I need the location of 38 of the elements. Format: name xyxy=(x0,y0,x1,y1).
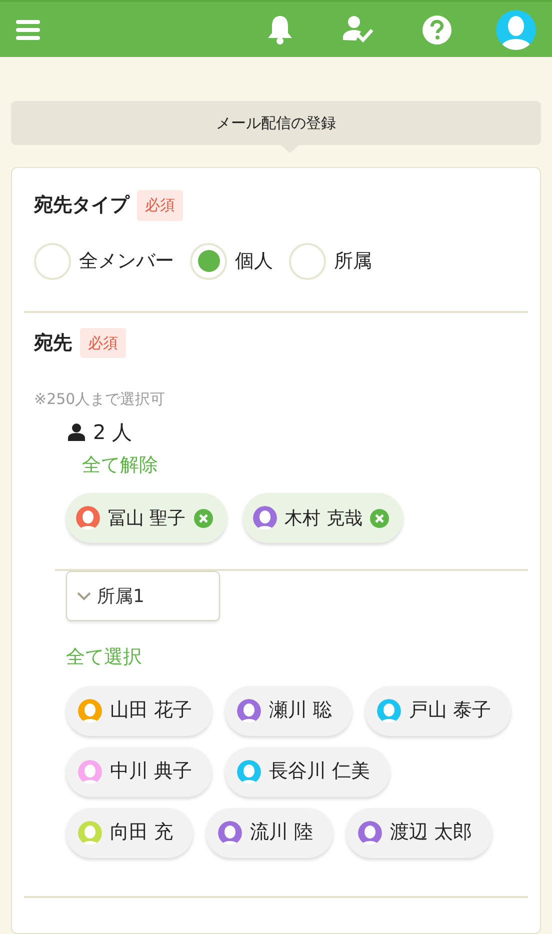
member-chip[interactable]: 戸山 泰子 xyxy=(365,686,512,736)
required-badge: 必須 xyxy=(80,328,126,358)
page-title: メール配信の登録 xyxy=(216,112,336,134)
person-icon xyxy=(68,422,85,440)
radio-option[interactable]: 個人 xyxy=(190,242,273,280)
member-chip[interactable]: 渡辺 太郎 xyxy=(346,808,492,858)
user-check-button[interactable] xyxy=(342,14,374,44)
bell-button[interactable] xyxy=(266,14,294,44)
bell-icon xyxy=(266,14,294,44)
recipient-name: 木村 克哉 xyxy=(284,506,362,530)
member-chip[interactable]: 中川 典子 xyxy=(66,746,212,796)
radio-button[interactable] xyxy=(190,242,227,280)
chevron-down-icon xyxy=(77,592,91,600)
section-heading: 宛先タイプ xyxy=(34,193,129,218)
radio-option[interactable]: 全メンバー xyxy=(34,242,174,280)
member-chip[interactable]: 向田 充 xyxy=(66,808,194,858)
user-avatar-icon xyxy=(496,10,536,50)
radio-option[interactable]: 所属 xyxy=(289,242,372,280)
member-chip[interactable]: 長谷川 仁美 xyxy=(225,746,390,796)
selection-limit-note: ※250人まで選択可 xyxy=(33,389,166,410)
menu-icon xyxy=(16,20,40,40)
member-chip[interactable]: 山田 花子 xyxy=(66,686,212,736)
radio-button[interactable] xyxy=(289,242,326,280)
remove-icon[interactable] xyxy=(370,508,390,528)
profile-button[interactable] xyxy=(496,10,536,50)
required-badge: 必須 xyxy=(137,190,183,220)
member-chip[interactable]: 瀬川 聡 xyxy=(225,686,352,736)
selected-count: 2 人 xyxy=(93,418,132,446)
group-dropdown[interactable]: 所属1 xyxy=(66,571,220,621)
help-button[interactable] xyxy=(422,14,452,44)
section-heading: 宛先 xyxy=(34,330,72,356)
member-chip[interactable]: 流川 陸 xyxy=(206,808,334,858)
help-icon xyxy=(422,14,452,44)
radio-button[interactable] xyxy=(34,242,71,280)
menu-button[interactable] xyxy=(16,20,40,40)
person-check-icon xyxy=(342,14,374,44)
recipient-name: 冨山 聖子 xyxy=(108,506,186,530)
remove-icon[interactable] xyxy=(194,508,213,528)
